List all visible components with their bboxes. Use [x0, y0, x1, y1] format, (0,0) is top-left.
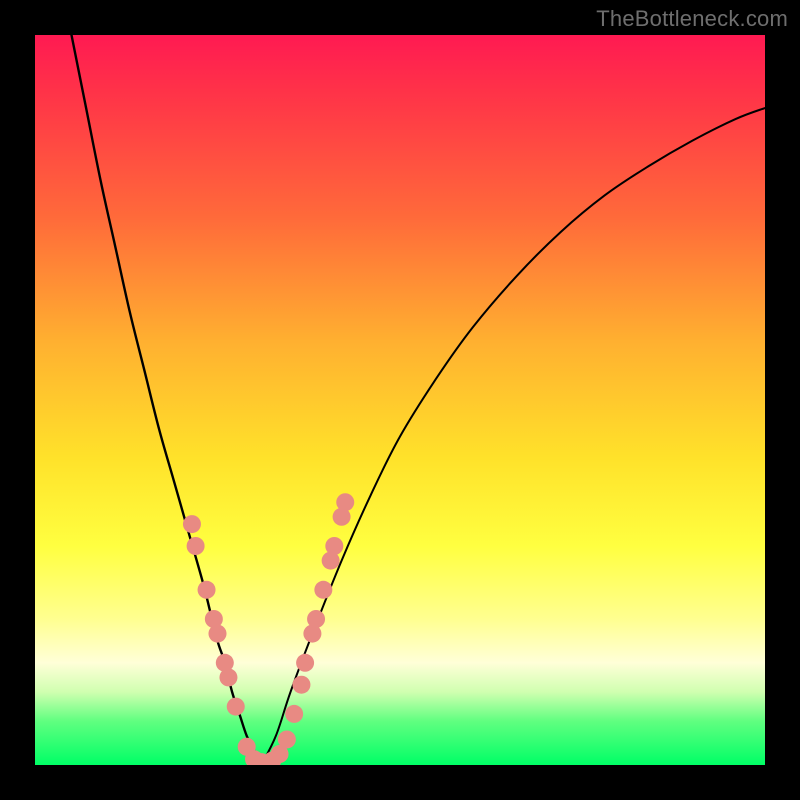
highlight-marker — [183, 515, 201, 533]
chart-overlay — [35, 35, 765, 765]
highlight-marker — [227, 698, 245, 716]
highlight-marker — [292, 676, 310, 694]
highlight-marker — [278, 730, 296, 748]
highlight-marker — [209, 625, 227, 643]
highlight-marker — [198, 581, 216, 599]
curve-left-branch — [72, 35, 262, 765]
highlight-marker — [325, 537, 343, 555]
highlight-marker — [307, 610, 325, 628]
watermark-text: TheBottleneck.com — [596, 6, 788, 32]
highlight-marker — [336, 493, 354, 511]
highlight-markers — [183, 493, 354, 765]
highlight-marker — [285, 705, 303, 723]
highlight-marker — [219, 668, 237, 686]
highlight-marker — [187, 537, 205, 555]
highlight-marker — [314, 581, 332, 599]
curve-right-branch — [261, 108, 765, 765]
highlight-marker — [296, 654, 314, 672]
chart-frame: TheBottleneck.com — [0, 0, 800, 800]
